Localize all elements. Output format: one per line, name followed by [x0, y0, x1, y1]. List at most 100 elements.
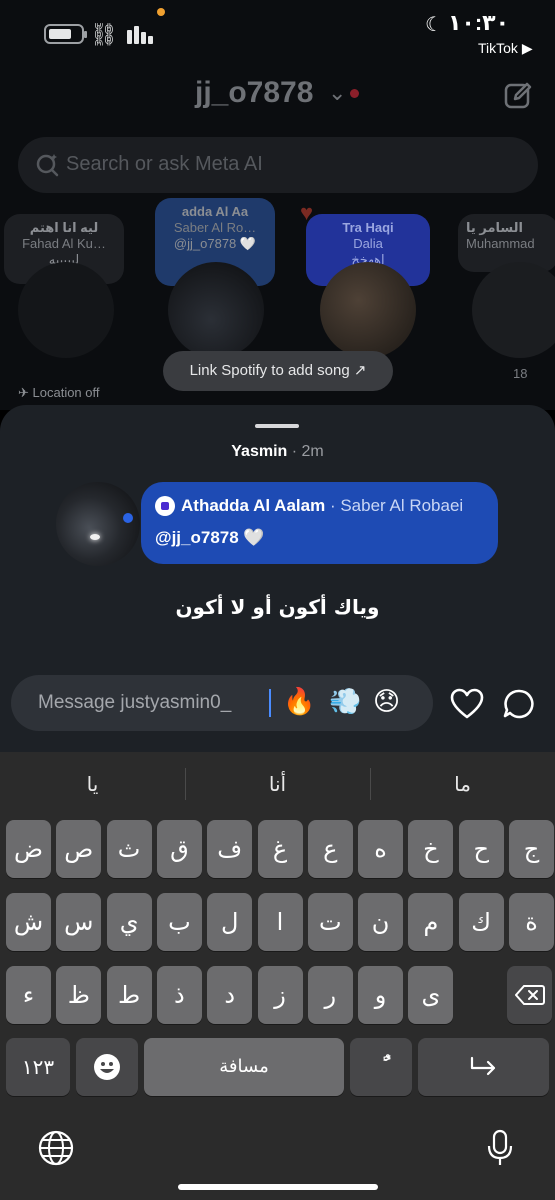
letter-key[interactable]: ر — [307, 966, 353, 1024]
letter-key[interactable]: ج — [509, 820, 554, 878]
sender-name: Yasmin — [231, 443, 288, 460]
battery-icon — [44, 24, 87, 44]
letter-key[interactable]: ش — [6, 893, 51, 951]
disappointed-emoji-button[interactable]: 😞 — [373, 687, 400, 717]
return-icon — [470, 1056, 495, 1076]
sheet-header: Yasmin · 2m — [0, 443, 555, 461]
suggestion-3[interactable]: ما — [370, 764, 555, 804]
letter-key[interactable]: ل — [207, 893, 253, 951]
numbers-key[interactable]: ١٢٣ — [6, 1038, 70, 1096]
backspace-icon — [514, 985, 545, 1005]
note-text: @jj_o7878 🤍 — [173, 236, 257, 251]
clock: ١٠:٣٠ — [448, 10, 510, 35]
account-username[interactable]: jj_o7878 — [195, 76, 313, 110]
note-subtitle: Saber Al Ro… — [173, 220, 257, 235]
avatar[interactable] — [18, 262, 114, 358]
link-spotify-button[interactable]: Link Spotify to add song ↗ — [163, 351, 393, 391]
dash-emoji-button[interactable]: 💨 — [329, 687, 361, 717]
home-indicator — [178, 1184, 378, 1190]
space-key[interactable]: مسافة — [144, 1038, 344, 1096]
note-title: adda Al Aa — [181, 204, 249, 219]
letter-key[interactable]: ص — [56, 820, 102, 878]
microphone-icon[interactable] — [480, 1128, 520, 1168]
moon-icon: ☾ — [425, 14, 443, 36]
signal-icon — [127, 24, 157, 44]
smiley-icon — [94, 1054, 120, 1080]
back-to-app-link[interactable]: TikTok ▶ — [478, 40, 533, 57]
diacritics-key[interactable]: ًٌ — [350, 1038, 412, 1096]
letter-key[interactable]: ق — [156, 820, 202, 878]
letter-key[interactable]: خ — [408, 820, 454, 878]
letter-key[interactable]: ت — [307, 893, 353, 951]
return-key[interactable] — [418, 1038, 549, 1096]
letter-key[interactable]: ح — [458, 820, 504, 878]
letter-key[interactable]: ض — [6, 820, 51, 878]
letter-key[interactable]: ى — [408, 966, 454, 1024]
backspace-key[interactable] — [507, 966, 552, 1024]
note-time: · 2m — [291, 443, 324, 460]
letter-key[interactable]: ث — [106, 820, 152, 878]
note-subtitle: Fahad Al Ku… — [22, 236, 106, 251]
letter-key[interactable]: ع — [307, 820, 353, 878]
arabic-keyboard: يا أنا ما ضصثقفغعهخحج شسيبلاتنمكة ءظطذدز… — [0, 752, 555, 1200]
note-title: Tra Haqi — [342, 220, 394, 235]
letter-key[interactable]: ا — [257, 893, 303, 951]
avatar[interactable] — [320, 262, 416, 358]
bubble-tail-dot — [123, 513, 133, 523]
text-cursor — [269, 689, 271, 717]
note-count: 18 — [513, 366, 528, 381]
location-status: ✈ Location off — [18, 385, 100, 400]
letter-key[interactable]: ء — [6, 966, 51, 1024]
chevron-down-icon[interactable]: ⌄ — [328, 80, 346, 106]
like-heart-icon[interactable] — [450, 688, 484, 720]
sheet-grabber[interactable] — [255, 424, 299, 428]
globe-icon[interactable] — [36, 1128, 76, 1168]
letter-key[interactable]: س — [56, 893, 102, 951]
song-info: Athadda Al Aalam · Saber Al Robaei — [181, 496, 463, 516]
fire-emoji-button[interactable]: 🔥 — [283, 687, 315, 717]
letter-key[interactable]: ف — [207, 820, 253, 878]
letter-key[interactable]: ط — [106, 966, 152, 1024]
song-note-card[interactable]: Athadda Al Aalam · Saber Al Robaei @jj_o… — [123, 482, 498, 564]
letter-key[interactable]: ظ — [56, 966, 102, 1024]
letter-key[interactable]: ك — [458, 893, 504, 951]
song-title: Athadda Al Aalam — [181, 496, 326, 515]
letter-key[interactable]: ن — [358, 893, 404, 951]
letter-key[interactable]: م — [408, 893, 454, 951]
letter-key[interactable]: ة — [509, 893, 554, 951]
notification-dot — [350, 89, 359, 98]
note-title: ليه انا اهتم — [29, 220, 99, 235]
letter-key[interactable]: ب — [156, 893, 202, 951]
letter-key[interactable]: غ — [257, 820, 303, 878]
messages-background: ⛓ ☾ ١٠:٣٠ TikTok ▶ jj_o7878 ⌄ Search or … — [0, 0, 555, 410]
location-label: Location off — [32, 385, 100, 400]
search-input[interactable]: Search or ask Meta AI — [66, 153, 263, 176]
search-bar[interactable]: Search or ask Meta AI — [18, 137, 538, 193]
note-subtitle: Muhammad — [466, 236, 535, 251]
suggestion-2[interactable]: أنا — [185, 764, 370, 804]
emoji-key[interactable] — [76, 1038, 138, 1096]
letter-key[interactable]: ذ — [156, 966, 202, 1024]
letter-key[interactable]: و — [358, 966, 404, 1024]
suggestion-1[interactable]: يا — [0, 764, 185, 804]
compose-icon[interactable] — [503, 80, 533, 110]
note-caption: @jj_o7878 🤍 — [155, 528, 265, 548]
mention-link[interactable]: @jj_o7878 — [155, 528, 239, 547]
avatar[interactable] — [472, 262, 555, 358]
white-heart-icon: 🤍 — [243, 528, 265, 547]
sender-avatar[interactable] — [56, 482, 140, 566]
song-artist: · Saber Al Robaei — [329, 496, 464, 515]
music-disc-icon — [155, 496, 175, 516]
note-title: السامر يا — [466, 220, 523, 235]
link-icon: ⛓ — [90, 22, 118, 47]
letter-key[interactable]: ز — [257, 966, 303, 1024]
note-reply-sheet: Yasmin · 2m Athadda Al Aalam · Saber Al … — [0, 405, 555, 752]
reply-bubble-icon[interactable] — [502, 688, 536, 720]
message-input[interactable]: Message justyasmin0_ 🔥 💨 😞 — [11, 675, 433, 731]
letter-key[interactable]: د — [207, 966, 253, 1024]
privacy-indicator — [157, 8, 165, 16]
letter-key[interactable]: ه — [358, 820, 404, 878]
letter-key[interactable]: ي — [106, 893, 152, 951]
avatar[interactable] — [168, 262, 264, 358]
status-bar: ⛓ ☾ ١٠:٣٠ TikTok ▶ — [0, 0, 555, 60]
